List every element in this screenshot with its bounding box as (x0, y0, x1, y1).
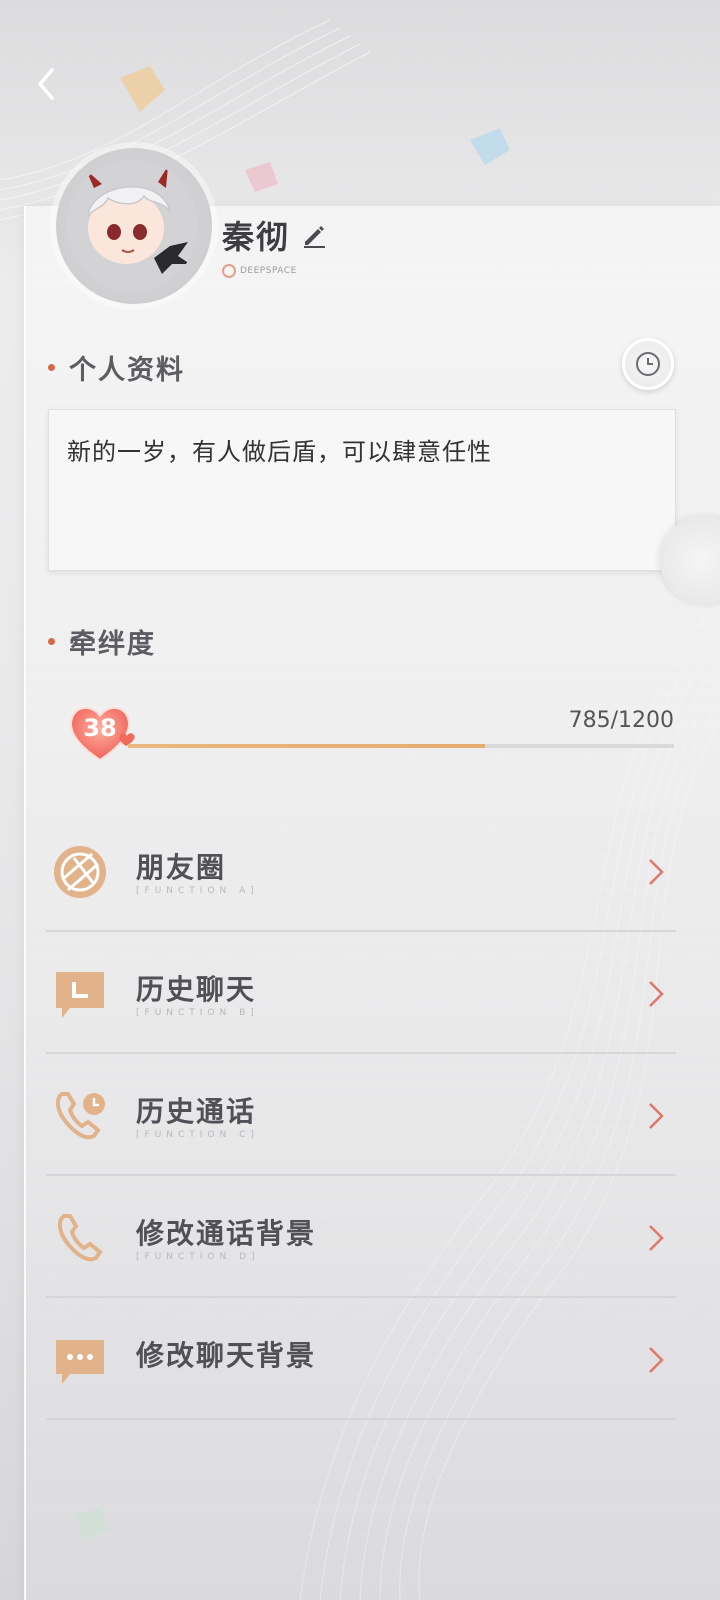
menu-item-call-background[interactable]: 修改通话背景 [FUNCTION D] (46, 1176, 676, 1298)
bond-section-title: 牵绊度 (48, 622, 156, 661)
menu-sub-label: [FUNCTION B] (136, 1008, 259, 1018)
bio-box[interactable]: 新的一岁，有人做后盾，可以肆意任性 (48, 409, 676, 571)
bond-progress-track (128, 744, 674, 748)
menu-label: 修改聊天背景 (136, 1339, 317, 1372)
history-button[interactable] (622, 338, 674, 390)
chat-bubble-icon (56, 1340, 104, 1384)
section-bullet (48, 364, 55, 371)
bond-progress-fill (128, 744, 486, 748)
edit-pencil-icon[interactable] (300, 221, 328, 249)
moments-icon (54, 846, 106, 898)
back-arrow-icon[interactable] (30, 64, 66, 104)
menu-item-chat-background[interactable]: 修改聊天背景 (46, 1298, 676, 1420)
menu-label: 修改通话背景 (136, 1217, 317, 1250)
menu-sub-label: [FUNCTION C] (136, 1130, 259, 1140)
section-label: 个人资料 (69, 355, 185, 386)
character-name: 秦彻 (222, 218, 291, 256)
bond-count: 785/1200 (568, 708, 674, 733)
menu-sub-label: [FUNCTION D] (136, 1252, 260, 1262)
menu-item-chat-history[interactable]: 历史聊天 [FUNCTION B] (46, 932, 676, 1054)
section-label: 牵绊度 (69, 629, 156, 660)
brand-logo-icon (222, 264, 236, 278)
name-row: 秦彻 (222, 212, 328, 258)
avatar[interactable] (66, 160, 198, 292)
section-bullet (48, 638, 55, 645)
chat-history-icon (56, 972, 104, 1018)
bond-level: 38 (83, 714, 117, 742)
brand-text: DEEPSPACE (240, 266, 297, 276)
menu-label: 历史通话 (136, 1095, 257, 1128)
function-menu: 朋友圈 [FUNCTION A] 历史聊天 [FUNCTION B] 历史通话 … (46, 810, 676, 1420)
chevron-right-icon (649, 1347, 664, 1373)
call-history-icon (55, 1092, 105, 1140)
chevron-right-icon (649, 1103, 664, 1129)
menu-label: 朋友圈 (136, 851, 227, 884)
brand-badge: DEEPSPACE (222, 264, 297, 278)
menu-label: 历史聊天 (136, 973, 257, 1006)
profile-section-title: 个人资料 (48, 348, 185, 387)
phone-icon (57, 1214, 103, 1262)
menu-item-call-history[interactable]: 历史通话 [FUNCTION C] (46, 1054, 676, 1176)
bio-text: 新的一岁，有人做后盾，可以肆意任性 (67, 438, 492, 466)
chevron-right-icon (649, 981, 664, 1007)
chibi-avatar-image (66, 160, 198, 292)
menu-sub-label: [FUNCTION A] (136, 886, 259, 896)
chevron-right-icon (649, 1225, 664, 1251)
clock-icon (636, 352, 660, 376)
menu-item-moments[interactable]: 朋友圈 [FUNCTION A] (46, 810, 676, 932)
chevron-right-icon (649, 859, 664, 885)
